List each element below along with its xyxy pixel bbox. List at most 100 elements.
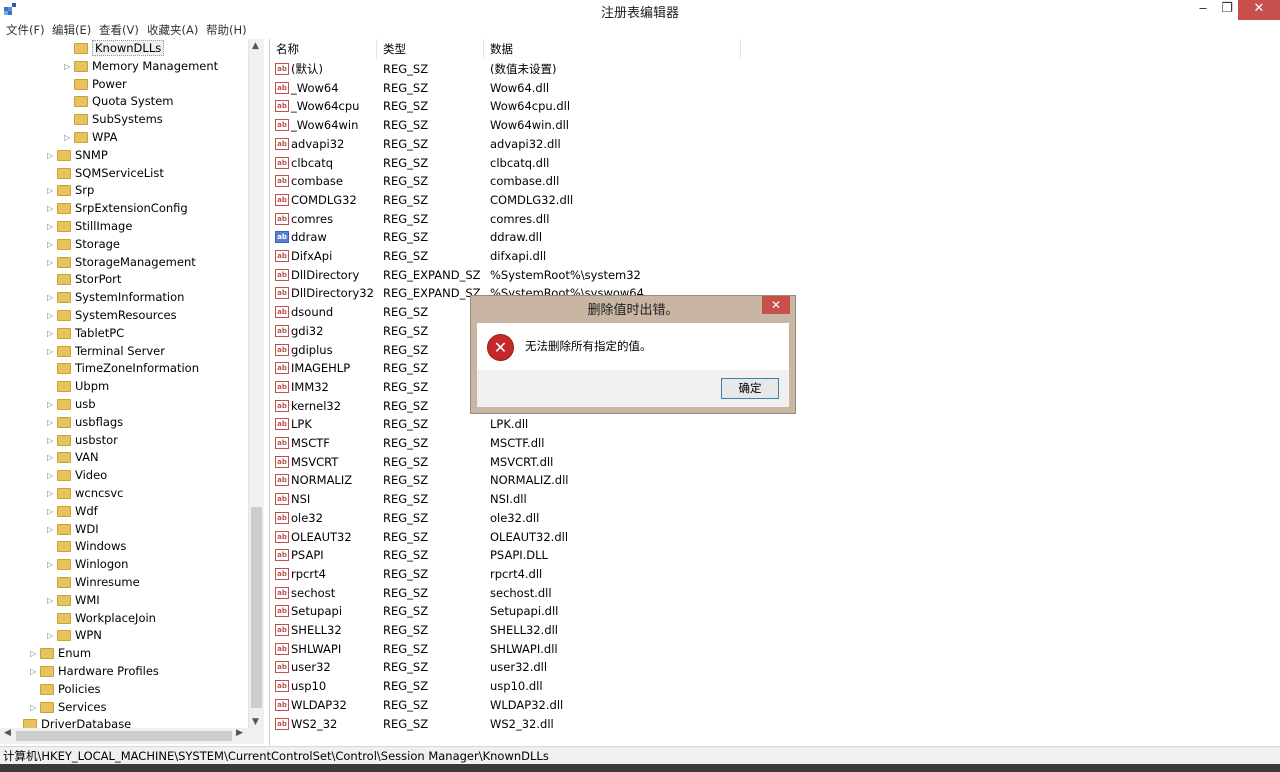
dialog-close-button[interactable]: ✕: [762, 296, 790, 314]
tree-item[interactable]: ▷ Wdf: [47, 503, 98, 520]
tree-item[interactable]: ▷ Winlogon: [47, 556, 128, 573]
tree-item[interactable]: Power: [64, 76, 127, 93]
value-row[interactable]: ab WS2_32 REG_SZ WS2_32.dll: [270, 715, 1280, 734]
menu-view[interactable]: 查看(V): [99, 22, 139, 38]
tree-item[interactable]: TimeZoneInformation: [47, 360, 199, 377]
tree-item[interactable]: DriverDatabase: [13, 716, 131, 728]
tree-expander-icon[interactable]: ▷: [30, 699, 40, 716]
column-header-name[interactable]: 名称: [270, 39, 377, 59]
tree-horizontal-scrollbar[interactable]: ◀ ▶: [0, 728, 264, 744]
menu-favorites[interactable]: 收藏夹(A): [147, 22, 198, 38]
tree-item[interactable]: Policies: [30, 681, 101, 698]
value-row[interactable]: ab clbcatq REG_SZ clbcatq.dll: [270, 154, 1280, 173]
tree-expander-icon[interactable]: ▷: [64, 129, 74, 146]
tree-item[interactable]: ▷ WDI: [47, 521, 99, 538]
tree-item[interactable]: ▷ Storage: [47, 236, 120, 253]
value-row[interactable]: ab WLDAP32 REG_SZ WLDAP32.dll: [270, 696, 1280, 715]
value-row[interactable]: ab LPK REG_SZ LPK.dll: [270, 415, 1280, 434]
tree-item[interactable]: StorPort: [47, 271, 121, 288]
value-row[interactable]: ab MSVCRT REG_SZ MSVCRT.dll: [270, 453, 1280, 472]
tree-expander-icon[interactable]: ▷: [47, 627, 57, 644]
tree-expander-icon[interactable]: ▷: [47, 556, 57, 573]
tree-item[interactable]: ▷ SrpExtensionConfig: [47, 200, 188, 217]
menu-help[interactable]: 帮助(H): [206, 22, 247, 38]
tree-item[interactable]: ▷ StorageManagement: [47, 254, 196, 271]
menu-edit[interactable]: 编辑(E): [52, 22, 91, 38]
value-row[interactable]: ab _Wow64cpu REG_SZ Wow64cpu.dll: [270, 97, 1280, 116]
value-row[interactable]: ab rpcrt4 REG_SZ rpcrt4.dll: [270, 565, 1280, 584]
tree-expander-icon[interactable]: ▷: [47, 218, 57, 235]
tree-expander-icon[interactable]: ▷: [47, 236, 57, 253]
tree-vertical-scrollbar[interactable]: ▲ ▼: [248, 39, 265, 729]
ok-button[interactable]: 确定: [721, 378, 779, 399]
tree-item[interactable]: Windows: [47, 538, 126, 555]
menu-file[interactable]: 文件(F): [6, 22, 45, 38]
tree-expander-icon[interactable]: ▷: [47, 485, 57, 502]
column-header-data[interactable]: 数据: [484, 39, 741, 59]
tree-item[interactable]: WorkplaceJoin: [47, 610, 156, 627]
tree-expander-icon[interactable]: ▷: [47, 396, 57, 413]
tree-expander-icon[interactable]: ▷: [47, 289, 57, 306]
value-row[interactable]: ab combase REG_SZ combase.dll: [270, 172, 1280, 191]
tree-expander-icon[interactable]: ▷: [47, 592, 57, 609]
tree-item[interactable]: SubSystems: [64, 111, 163, 128]
value-row[interactable]: ab (默认) REG_SZ (数值未设置): [270, 60, 1280, 79]
tree-expander-icon[interactable]: ▷: [47, 432, 57, 449]
tree-item[interactable]: ▷ wcncsvc: [47, 485, 123, 502]
tree-expander-icon[interactable]: ▷: [47, 182, 57, 199]
tree-item[interactable]: ▷ WPA: [64, 129, 117, 146]
scroll-down-icon[interactable]: ▼: [252, 717, 259, 727]
restore-button[interactable]: ❐: [1216, 0, 1238, 20]
value-row[interactable]: ab OLEAUT32 REG_SZ OLEAUT32.dll: [270, 528, 1280, 547]
tree-expander-icon[interactable]: ▷: [47, 200, 57, 217]
tree-item[interactable]: ▷ WPN: [47, 627, 102, 644]
value-row[interactable]: ab user32 REG_SZ user32.dll: [270, 658, 1280, 677]
tree-expander-icon[interactable]: ▷: [47, 254, 57, 271]
tree-item[interactable]: ▷ TabletPC: [47, 325, 124, 342]
tree-item[interactable]: ▷ StillImage: [47, 218, 132, 235]
tree-item[interactable]: ▷ SystemResources: [47, 307, 177, 324]
close-button[interactable]: ✕: [1238, 0, 1280, 20]
tree-item[interactable]: ▷ VAN: [47, 449, 99, 466]
value-row[interactable]: ab comres REG_SZ comres.dll: [270, 210, 1280, 229]
tree-expander-icon[interactable]: ▷: [47, 307, 57, 324]
tree-expander-icon[interactable]: ▷: [47, 521, 57, 538]
tree-item[interactable]: ▷ Services: [30, 699, 107, 716]
value-row[interactable]: ab advapi32 REG_SZ advapi32.dll: [270, 135, 1280, 154]
tree-item[interactable]: ▷ Memory Management: [64, 58, 218, 75]
value-row[interactable]: ab SHELL32 REG_SZ SHELL32.dll: [270, 621, 1280, 640]
minimize-button[interactable]: ‒: [1190, 0, 1216, 20]
tree-expander-icon[interactable]: ▷: [47, 449, 57, 466]
tree-item[interactable]: ▷ Srp: [47, 182, 94, 199]
tree-expander-icon[interactable]: ▷: [47, 467, 57, 484]
scroll-right-icon[interactable]: ▶: [236, 728, 243, 738]
value-row[interactable]: ab COMDLG32 REG_SZ COMDLG32.dll: [270, 191, 1280, 210]
scroll-left-icon[interactable]: ◀: [4, 728, 11, 738]
tree-item[interactable]: ▷ usbflags: [47, 414, 123, 431]
column-header-type[interactable]: 类型: [377, 39, 484, 59]
tree-item[interactable]: ▷ usb: [47, 396, 96, 413]
tree-expander-icon[interactable]: ▷: [47, 147, 57, 164]
tree-item[interactable]: Winresume: [47, 574, 140, 591]
value-row[interactable]: ab NORMALIZ REG_SZ NORMALIZ.dll: [270, 471, 1280, 490]
value-row[interactable]: ab DllDirectory REG_EXPAND_SZ %SystemRoot%\…: [270, 266, 1280, 285]
tree-expander-icon[interactable]: ▷: [47, 414, 57, 431]
tree-item[interactable]: SQMServiceList: [47, 165, 164, 182]
tree-item[interactable]: ▷ Hardware Profiles: [30, 663, 159, 680]
value-row[interactable]: ab _Wow64win REG_SZ Wow64win.dll: [270, 116, 1280, 135]
value-row[interactable]: ab Setupapi REG_SZ Setupapi.dll: [270, 602, 1280, 621]
scrollbar-thumb[interactable]: [16, 731, 232, 741]
tree-expander-icon[interactable]: ▷: [47, 343, 57, 360]
value-row[interactable]: ab DifxApi REG_SZ difxapi.dll: [270, 247, 1280, 266]
value-row[interactable]: ab NSI REG_SZ NSI.dll: [270, 490, 1280, 509]
tree-expander-icon[interactable]: ▷: [30, 645, 40, 662]
tree-item[interactable]: ▷ SystemInformation: [47, 289, 184, 306]
tree-item[interactable]: ▷ Video: [47, 467, 107, 484]
value-row[interactable]: ab SHLWAPI REG_SZ SHLWAPI.dll: [270, 640, 1280, 659]
value-row[interactable]: ab _Wow64 REG_SZ Wow64.dll: [270, 79, 1280, 98]
tree-item[interactable]: Ubpm: [47, 378, 109, 395]
value-row[interactable]: ab ddraw REG_SZ ddraw.dll: [270, 228, 1280, 247]
scroll-up-icon[interactable]: ▲: [252, 41, 259, 51]
value-row[interactable]: ab sechost REG_SZ sechost.dll: [270, 584, 1280, 603]
tree-item[interactable]: KnownDLLs: [64, 40, 165, 57]
